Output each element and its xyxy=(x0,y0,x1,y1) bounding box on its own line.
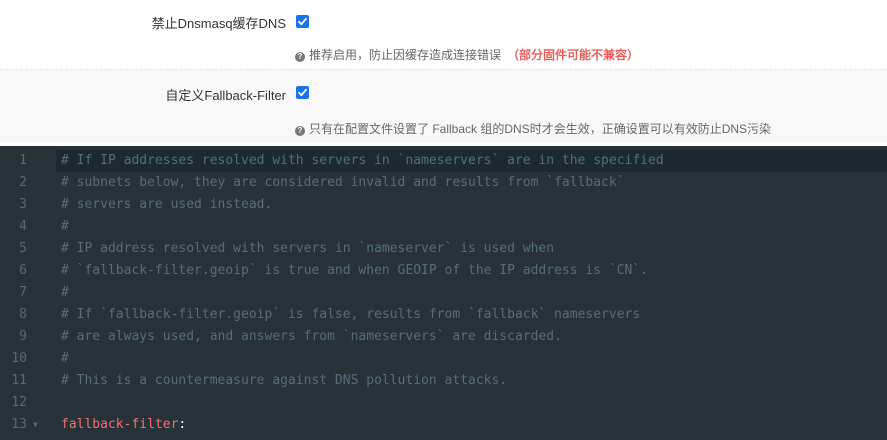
setting-row-dnsmasq: 禁止Dnsmasq缓存DNS ? 推荐启用，防止因缓存造成连接错误 （部分固件可能不… xyxy=(0,0,887,68)
fallback-filter-hint: ? 只有在配置文件设置了 Fallback 组的DNS时才会生效，正确设置可以有效… xyxy=(295,120,771,137)
dnsmasq-label: 禁止Dnsmasq缓存DNS xyxy=(151,16,286,31)
line-number: 2 xyxy=(19,175,27,190)
line-number: 6 xyxy=(19,263,27,278)
code-comment: # servers are used instead. xyxy=(61,197,273,212)
code-line: 9 # are always used, and answers from `na… xyxy=(0,326,887,348)
fallback-filter-checkbox[interactable] xyxy=(296,86,309,99)
line-number: 5 xyxy=(19,241,27,256)
fallback-filter-label: 自定义Fallback-Filter xyxy=(165,88,286,103)
code-line: 4 # xyxy=(0,216,887,238)
line-number: 7 xyxy=(19,285,27,300)
code-line: 13 ▼ fallback-filter: xyxy=(0,414,887,436)
line-number: 11 xyxy=(11,373,27,388)
line-number: 13 xyxy=(11,417,27,432)
code-comment: # If `fallback-filter.geoip` is false, r… xyxy=(61,307,641,322)
checkbox-checked-icon xyxy=(298,88,307,97)
fold-arrow-icon[interactable]: ▼ xyxy=(33,414,38,436)
line-number: 3 xyxy=(19,197,27,212)
line-number: 9 xyxy=(19,329,27,344)
code-comment: # xyxy=(61,351,69,366)
code-line: 5 # IP address resolved with servers in `… xyxy=(0,238,887,260)
code-comment: # are always used, and answers from `nam… xyxy=(61,329,562,344)
code-comment: # IP address resolved with servers in `n… xyxy=(61,241,555,256)
dnsmasq-hint: ? 推荐启用，防止因缓存造成连接错误 （部分固件可能不兼容） xyxy=(295,46,639,63)
code-line: 8 # If `fallback-filter.geoip` is false, … xyxy=(0,304,887,326)
settings-panel: 禁止Dnsmasq缓存DNS ? 推荐启用，防止因缓存造成连接错误 （部分固件可能不… xyxy=(0,0,887,146)
question-circle-icon: ? xyxy=(295,52,305,62)
code-line: 11 # This is a countermeasure against DNS… xyxy=(0,370,887,392)
code-line: 3 # servers are used instead. xyxy=(0,194,887,216)
code-key: fallback-filter: xyxy=(61,414,186,436)
line-number: 12 xyxy=(11,395,27,410)
code-comment: # `fallback-filter.geoip` is true and wh… xyxy=(61,263,648,278)
code-comment: # subnets below, they are considered inv… xyxy=(61,175,625,190)
code-comment: # This is a countermeasure against DNS p… xyxy=(61,373,508,388)
code-line: 10 # xyxy=(0,348,887,370)
code-comment: # If IP addresses resolved with servers … xyxy=(61,153,664,168)
fallback-filter-hint-text: 只有在配置文件设置了 Fallback 组的DNS时才会生效，正确设置可以有效防… xyxy=(309,122,772,136)
code-line: 1 # If IP addresses resolved with servers… xyxy=(0,150,887,172)
dnsmasq-warning: （部分固件可能不兼容） xyxy=(507,48,640,62)
line-number: 8 xyxy=(19,307,27,322)
checkbox-checked-icon xyxy=(298,17,307,26)
dnsmasq-hint-text: 推荐启用，防止因缓存造成连接错误 xyxy=(309,48,502,62)
code-line: 2 # subnets below, they are considered in… xyxy=(0,172,887,194)
yaml-colon: : xyxy=(178,417,187,432)
line-number: 1 xyxy=(19,153,27,168)
question-circle-icon: ? xyxy=(295,126,305,136)
line-number: 4 xyxy=(19,219,27,234)
code-line: 7 # xyxy=(0,282,887,304)
code-line: 12 xyxy=(0,392,887,414)
line-number: 10 xyxy=(11,351,27,366)
code-comment: # xyxy=(61,285,69,300)
dnsmasq-checkbox[interactable] xyxy=(296,15,309,28)
code-editor[interactable]: 1 # If IP addresses resolved with servers… xyxy=(0,146,887,440)
code-line: 6 # `fallback-filter.geoip` is true and w… xyxy=(0,260,887,282)
code-comment: # xyxy=(61,219,69,234)
setting-row-fallback-filter: 自定义Fallback-Filter ? 只有在配置文件设置了 Fallback … xyxy=(0,69,887,143)
yaml-key: fallback-filter xyxy=(61,417,179,432)
